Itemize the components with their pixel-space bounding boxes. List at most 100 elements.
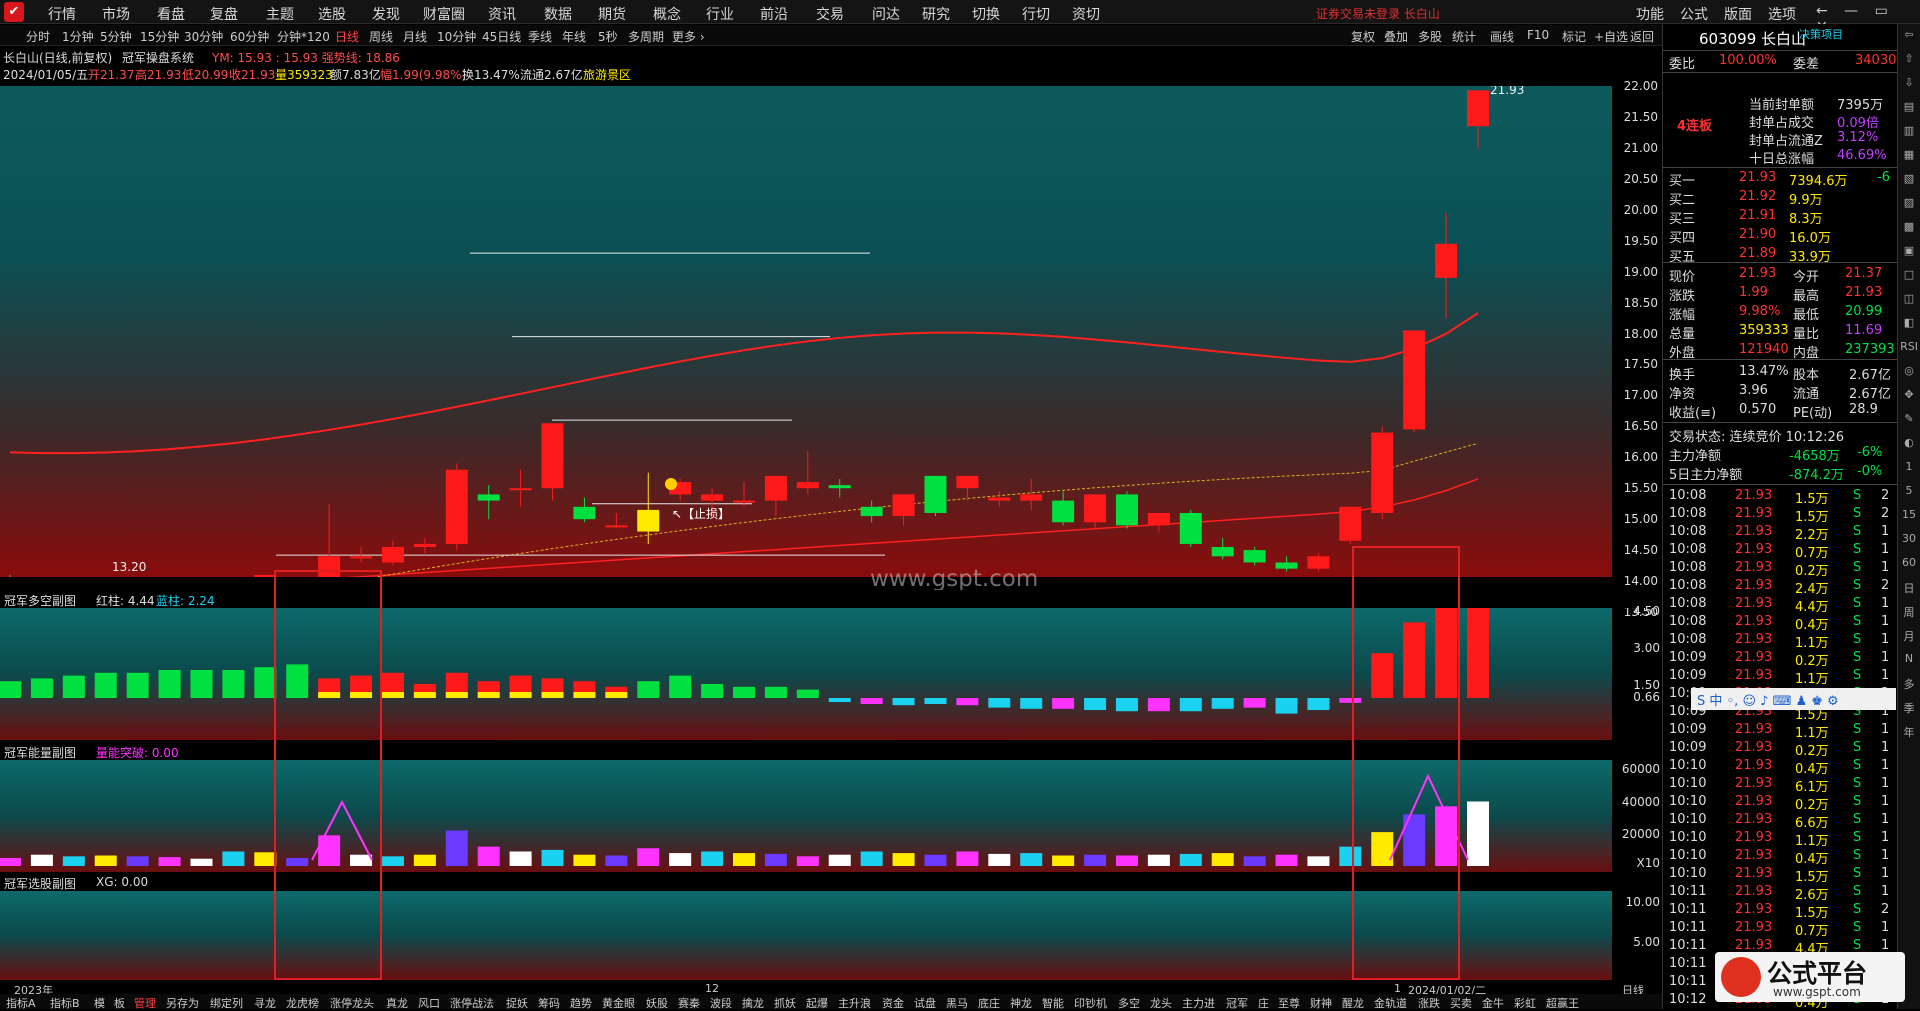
period-11[interactable]: 45日线 xyxy=(482,28,521,45)
toolbar-right-7[interactable]: +自选 xyxy=(1594,28,1628,45)
menu-item-14[interactable]: 交易 xyxy=(816,4,844,24)
candle-13[interactable] xyxy=(413,537,436,554)
candle-24[interactable] xyxy=(764,475,787,517)
period-0[interactable]: 分时 xyxy=(26,28,50,45)
menu-item-17[interactable]: 切换 xyxy=(972,4,1000,24)
menu-item-11[interactable]: 概念 xyxy=(653,4,681,24)
menu-item-8[interactable]: 资讯 xyxy=(488,4,516,24)
menu-item-13[interactable]: 前沿 xyxy=(760,4,788,24)
login-warning[interactable]: 证券交易未登录 长白山 xyxy=(1316,5,1440,22)
decision-tag[interactable]: 决策项目 xyxy=(1799,26,1843,42)
candle-31[interactable] xyxy=(988,491,1011,507)
menu-item-2[interactable]: 看盘 xyxy=(157,4,185,24)
tick-row-2[interactable]: 10:08 21.93 2.2万 S 1 xyxy=(1669,524,1894,543)
candle-43[interactable] xyxy=(1371,426,1394,520)
tick-row-23[interactable]: 10:11 21.93 1.5万 S 2 xyxy=(1669,902,1894,921)
candle-10[interactable] xyxy=(318,503,341,591)
tool-icon-25[interactable]: 月 xyxy=(1900,628,1918,644)
candle-45[interactable] xyxy=(1435,212,1458,319)
toolbar-right-1[interactable]: 叠加 xyxy=(1384,28,1408,45)
tick-row-20[interactable]: 10:10 21.93 0.4万 S 1 xyxy=(1669,848,1894,867)
tool-icon-5[interactable]: ▦ xyxy=(1900,148,1918,161)
candle-14[interactable] xyxy=(445,463,468,551)
menu-item-12[interactable]: 行业 xyxy=(706,4,734,24)
ohlc-sector[interactable]: 旅游景区 xyxy=(583,66,631,83)
tab-33[interactable]: 主力进 xyxy=(1182,995,1215,1009)
tick-row-19[interactable]: 10:10 21.93 1.1万 S 1 xyxy=(1669,830,1894,849)
tab-1[interactable]: 指标B xyxy=(50,995,80,1009)
menu-item-19[interactable]: 资切 xyxy=(1072,4,1100,24)
candle-42[interactable] xyxy=(1339,506,1362,544)
candle-25[interactable] xyxy=(796,451,819,495)
tool-icon-23[interactable]: 日 xyxy=(1900,580,1918,596)
toolbar-right-0[interactable]: 复权 xyxy=(1351,28,1375,45)
tab-15[interactable]: 趋势 xyxy=(570,995,592,1009)
tab-4[interactable]: 管理 xyxy=(134,995,156,1009)
tab-3[interactable]: 板 xyxy=(114,995,125,1009)
tab-20[interactable]: 擒龙 xyxy=(742,995,764,1009)
candle-35[interactable] xyxy=(1115,491,1138,529)
candle-37[interactable] xyxy=(1179,509,1202,548)
period-16[interactable]: 更多 › xyxy=(672,28,705,45)
ime-toolbar[interactable]: S 中 ◦, ☺ ♪ ⌨ ♟ ♚ ⚙ xyxy=(1691,688,1896,710)
tick-row-8[interactable]: 10:08 21.93 1.1万 S 1 xyxy=(1669,632,1894,651)
tab-38[interactable]: 醒龙 xyxy=(1342,995,1364,1009)
menu-item-5[interactable]: 选股 xyxy=(318,4,346,24)
tool-icon-7[interactable]: ▨ xyxy=(1900,196,1918,209)
tab-37[interactable]: 财神 xyxy=(1310,995,1332,1009)
tool-icon-14[interactable]: ◎ xyxy=(1900,364,1918,377)
tab-32[interactable]: 龙头 xyxy=(1150,995,1172,1009)
tab-35[interactable]: 庄 xyxy=(1258,995,1269,1009)
tool-icon-11[interactable]: ◫ xyxy=(1900,292,1918,305)
tab-13[interactable]: 捉妖 xyxy=(506,995,528,1009)
menu-item-1[interactable]: 市场 xyxy=(102,4,130,24)
bid-row-1[interactable]: 买二 21.92 9.9万 xyxy=(1669,189,1894,208)
bid-row-2[interactable]: 买三 21.91 8.3万 xyxy=(1669,208,1894,227)
candle-16[interactable] xyxy=(509,469,532,507)
tick-row-10[interactable]: 10:09 21.93 1.1万 S 1 xyxy=(1669,668,1894,687)
tick-row-6[interactable]: 10:08 21.93 4.4万 S 1 xyxy=(1669,596,1894,615)
menu-right-1[interactable]: 公式 xyxy=(1680,4,1708,24)
tab-23[interactable]: 主升浪 xyxy=(838,995,871,1009)
candle-32[interactable] xyxy=(1020,478,1043,510)
tool-icon-2[interactable]: ⇩ xyxy=(1900,76,1918,89)
period-10[interactable]: 10分钟 xyxy=(437,28,476,45)
candle-15[interactable] xyxy=(477,485,500,520)
tick-row-1[interactable]: 10:08 21.93 1.5万 S 2 xyxy=(1669,506,1894,525)
candle-34[interactable] xyxy=(1084,494,1107,529)
period-5[interactable]: 60分钟 xyxy=(230,28,269,45)
tick-row-9[interactable]: 10:09 21.93 0.2万 S 1 xyxy=(1669,650,1894,669)
candle-12[interactable] xyxy=(381,540,404,566)
bid-row-0[interactable]: 买一 21.93 7394.6万 -6 xyxy=(1669,170,1894,189)
tab-39[interactable]: 金轨道 xyxy=(1374,995,1407,1009)
period-13[interactable]: 年线 xyxy=(562,28,586,45)
tool-icon-15[interactable]: ✥ xyxy=(1900,388,1918,401)
period-15[interactable]: 多周期 xyxy=(628,28,664,45)
tab-17[interactable]: 妖股 xyxy=(646,995,668,1009)
toolbar-right-6[interactable]: 标记 xyxy=(1562,28,1586,45)
menu-right-0[interactable]: 功能 xyxy=(1636,4,1664,24)
tab-5[interactable]: 另存为 xyxy=(166,995,199,1009)
tool-icon-6[interactable]: ▧ xyxy=(1900,172,1918,185)
tick-row-3[interactable]: 10:08 21.93 0.7万 S 1 xyxy=(1669,542,1894,561)
period-1[interactable]: 1分钟 xyxy=(62,28,94,45)
tab-0[interactable]: 指标A xyxy=(6,995,36,1009)
tab-14[interactable]: 筹码 xyxy=(538,995,560,1009)
tool-icon-13[interactable]: RSI xyxy=(1900,340,1918,353)
tab-30[interactable]: 印钞机 xyxy=(1074,995,1107,1009)
menu-item-0[interactable]: 行情 xyxy=(48,4,76,24)
tab-19[interactable]: 波段 xyxy=(710,995,732,1009)
candle-18[interactable] xyxy=(573,497,596,523)
period-3[interactable]: 15分钟 xyxy=(140,28,179,45)
period-8[interactable]: 周线 xyxy=(369,28,393,45)
tool-icon-10[interactable]: □ xyxy=(1900,268,1918,281)
period-12[interactable]: 季线 xyxy=(528,28,552,45)
tick-row-17[interactable]: 10:10 21.93 0.2万 S 1 xyxy=(1669,794,1894,813)
period-2[interactable]: 5分钟 xyxy=(100,28,132,45)
candle-41[interactable] xyxy=(1307,553,1330,572)
tool-icon-8[interactable]: ▩ xyxy=(1900,220,1918,233)
tool-icon-28[interactable]: 季 xyxy=(1900,700,1918,716)
toolbar-right-2[interactable]: 多股 xyxy=(1418,28,1442,45)
tick-row-18[interactable]: 10:10 21.93 6.6万 S 1 xyxy=(1669,812,1894,831)
candle-39[interactable] xyxy=(1243,547,1266,566)
